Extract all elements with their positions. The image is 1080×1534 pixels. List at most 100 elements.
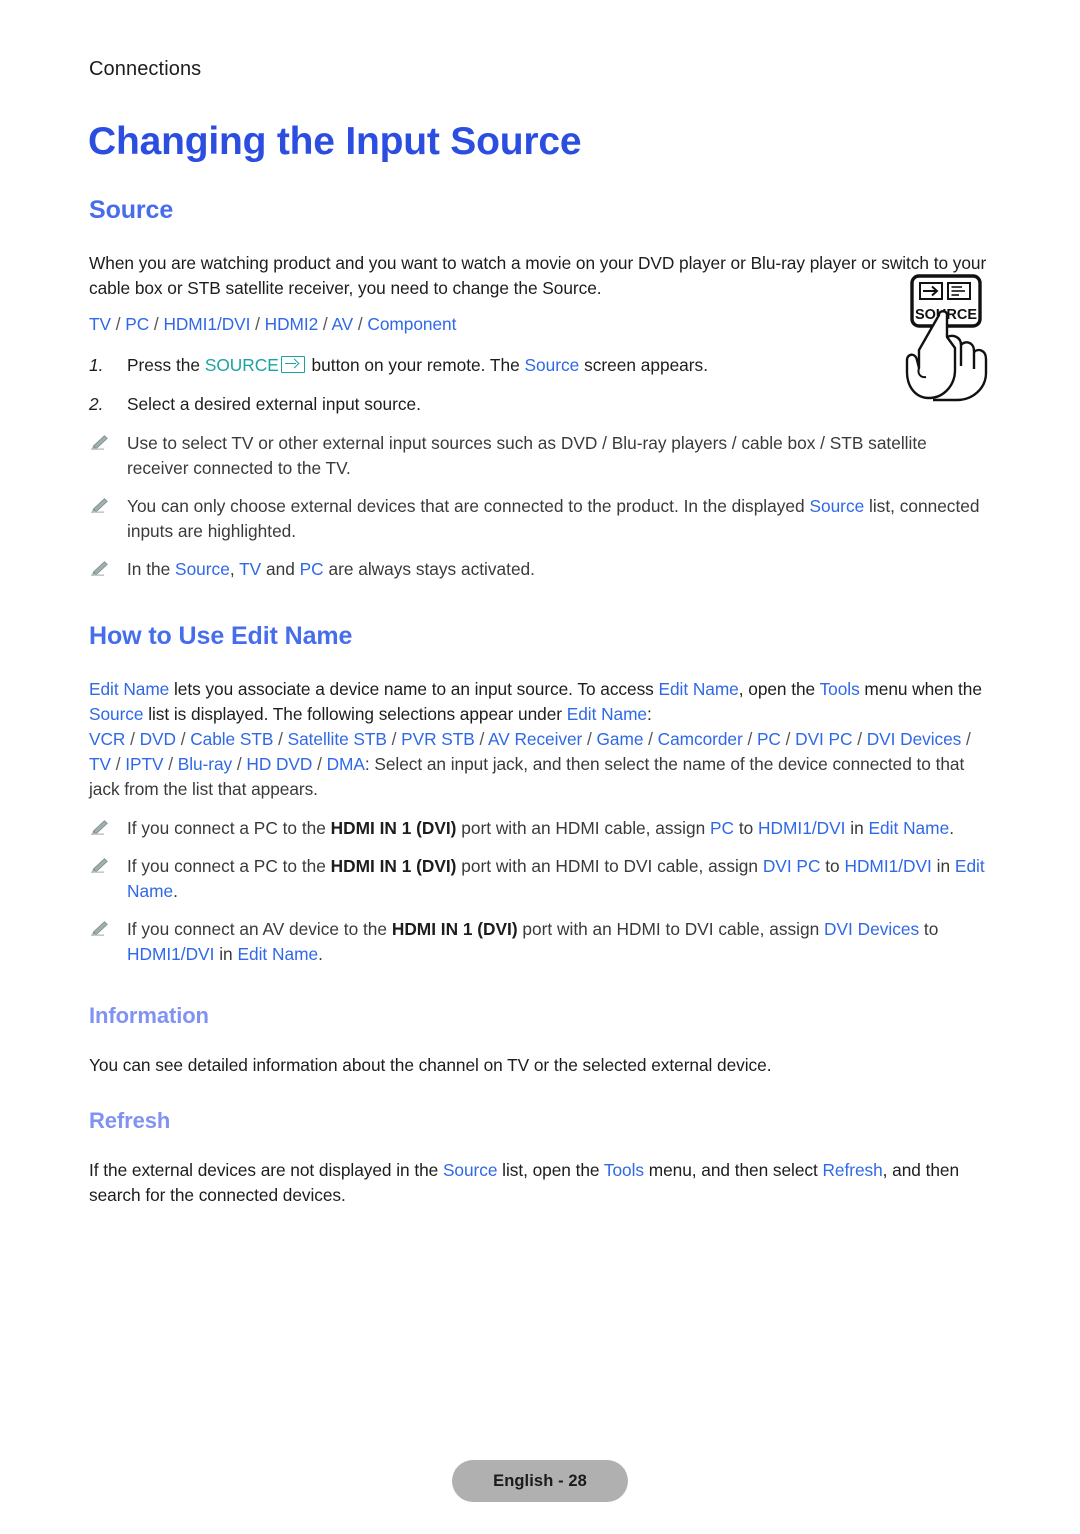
device-name-option-link[interactable]: VCR xyxy=(89,729,125,749)
list-separator: / xyxy=(852,729,867,749)
edit-name-link[interactable]: Edit Name xyxy=(237,944,318,964)
device-name-option-link[interactable]: Game xyxy=(597,729,644,749)
device-name-option-link[interactable]: TV xyxy=(89,754,111,774)
en2-t5: . xyxy=(173,881,178,901)
note-item: If you connect a PC to the HDMI IN 1 (DV… xyxy=(89,854,989,904)
note-text: You can only choose external devices tha… xyxy=(127,494,989,544)
device-name-option-link[interactable]: DMA xyxy=(327,754,365,774)
device-name-option-link[interactable]: IPTV xyxy=(125,754,163,774)
note-item: If you connect an AV device to the HDMI … xyxy=(89,917,989,967)
device-name-option-link[interactable]: DVI PC xyxy=(795,729,852,749)
source-key-label: SOURCE xyxy=(204,355,279,375)
device-name-option-link[interactable]: DVI Devices xyxy=(867,729,962,749)
source-link[interactable]: Source xyxy=(175,559,230,579)
manual-page: Connections Changing the Input Source SO… xyxy=(0,0,1080,1534)
section-heading-source: Source xyxy=(89,196,174,224)
en2-t1: If you connect a PC to the xyxy=(127,856,331,876)
source-option-link[interactable]: HDMI1/DVI xyxy=(163,314,250,334)
note-item: You can only choose external devices tha… xyxy=(89,494,989,544)
page-footer-badge: English - 28 xyxy=(452,1460,628,1502)
pencil-icon xyxy=(89,494,127,544)
section-heading-edit-name: How to Use Edit Name xyxy=(89,622,353,650)
tv-link[interactable]: TV xyxy=(239,559,261,579)
edit-name-link[interactable]: Edit Name xyxy=(659,679,739,699)
device-name-option-link[interactable]: HD DVD xyxy=(246,754,312,774)
dvi-pc-link[interactable]: DVI PC xyxy=(763,856,821,876)
device-name-option-link[interactable]: AV Receiver xyxy=(488,729,582,749)
page-content: Source When you are watching product and… xyxy=(89,196,989,1208)
source-option-link[interactable]: TV xyxy=(89,314,111,334)
tools-link[interactable]: Tools xyxy=(604,1160,644,1180)
note-item: If you connect a PC to the HDMI IN 1 (DV… xyxy=(89,816,989,841)
en2-t4: in xyxy=(931,856,955,876)
edit-name-link[interactable]: Edit Name xyxy=(869,818,950,838)
list-separator: / xyxy=(318,314,332,334)
list-separator: / xyxy=(110,314,126,334)
source-option-link[interactable]: Component xyxy=(367,314,456,334)
pencil-icon xyxy=(89,816,127,841)
refresh-link[interactable]: Refresh xyxy=(823,1160,883,1180)
rf-t2: list, open the xyxy=(497,1160,604,1180)
device-name-option-link[interactable]: PC xyxy=(757,729,781,749)
list-separator: / xyxy=(273,729,288,749)
source-link[interactable]: Source xyxy=(443,1160,498,1180)
en3-t3: to xyxy=(919,919,939,939)
list-separator: / xyxy=(474,729,489,749)
device-name-option-link[interactable]: PVR STB xyxy=(401,729,475,749)
section-heading-refresh: Refresh xyxy=(89,1108,171,1133)
device-name-option-link[interactable]: Satellite STB xyxy=(288,729,387,749)
hdmi1-dvi-link[interactable]: HDMI1/DVI xyxy=(844,856,931,876)
device-name-option-link[interactable]: Blu-ray xyxy=(178,754,232,774)
source-notes: Use to select TV or other external input… xyxy=(89,431,989,582)
edit-intro-t2: , open the xyxy=(738,679,820,699)
pc-link[interactable]: PC xyxy=(710,818,734,838)
en1-t1: If you connect a PC to the xyxy=(127,818,331,838)
edit-name-link[interactable]: Edit Name xyxy=(89,679,169,699)
source-input-list: TV / PC / HDMI1/DVI / HDMI2 / AV / Compo… xyxy=(89,312,989,337)
list-separator: / xyxy=(250,314,265,334)
en1-t5: . xyxy=(949,818,954,838)
edit-name-intro: Edit Name lets you associate a device na… xyxy=(89,677,989,727)
list-separator: / xyxy=(643,729,658,749)
edit-name-device-list: VCR / DVD / Cable STB / Satellite STB / … xyxy=(89,727,989,802)
device-name-option-link[interactable]: Cable STB xyxy=(190,729,273,749)
source-link[interactable]: Source xyxy=(809,496,864,516)
source-option-link[interactable]: AV xyxy=(331,314,353,334)
hdmi1-dvi-link[interactable]: HDMI1/DVI xyxy=(127,944,214,964)
note3-pre: In the xyxy=(127,559,176,579)
list-separator: / xyxy=(110,754,126,774)
list-separator: / xyxy=(125,729,140,749)
edit-intro-t5: : xyxy=(647,704,652,724)
pencil-icon xyxy=(89,431,127,481)
list-separator: / xyxy=(232,754,247,774)
source-link[interactable]: Source xyxy=(525,355,580,375)
pencil-icon xyxy=(89,854,127,904)
note-text: In the Source, TV and PC are always stay… xyxy=(127,557,989,582)
dvi-devices-link[interactable]: DVI Devices xyxy=(824,919,919,939)
list-separator: / xyxy=(149,314,164,334)
edit-name-link[interactable]: Edit Name xyxy=(567,704,647,724)
list-separator: / xyxy=(582,729,597,749)
en3-t2: port with an HDMI to DVI cable, assign xyxy=(517,919,825,939)
en1-t4: in xyxy=(845,818,869,838)
device-name-option-link[interactable]: Camcorder xyxy=(658,729,743,749)
hdmi-in-1-dvi-label: HDMI IN 1 (DVI) xyxy=(391,919,518,939)
list-separator: / xyxy=(386,729,402,749)
tools-link[interactable]: Tools xyxy=(820,679,860,699)
step-item: 2. Select a desired external input sourc… xyxy=(89,392,989,417)
page-number-label: English - 28 xyxy=(493,1471,587,1490)
note-text: Use to select TV or other external input… xyxy=(127,433,927,478)
source-option-link[interactable]: HDMI2 xyxy=(265,314,319,334)
en2-t3: to xyxy=(820,856,845,876)
information-paragraph: You can see detailed information about t… xyxy=(89,1055,772,1075)
source-option-link[interactable]: PC xyxy=(125,314,149,334)
note-item: Use to select TV or other external input… xyxy=(89,431,989,481)
hdmi1-dvi-link[interactable]: HDMI1/DVI xyxy=(758,818,845,838)
device-name-option-link[interactable]: DVD xyxy=(140,729,176,749)
step1-pre: Press the xyxy=(127,355,205,375)
step1-post: button on your remote. The xyxy=(306,355,525,375)
pc-link[interactable]: PC xyxy=(300,559,324,579)
note-item: In the Source, TV and PC are always stay… xyxy=(89,557,989,582)
note3-mid2: and xyxy=(261,559,300,579)
source-link[interactable]: Source xyxy=(89,704,144,724)
